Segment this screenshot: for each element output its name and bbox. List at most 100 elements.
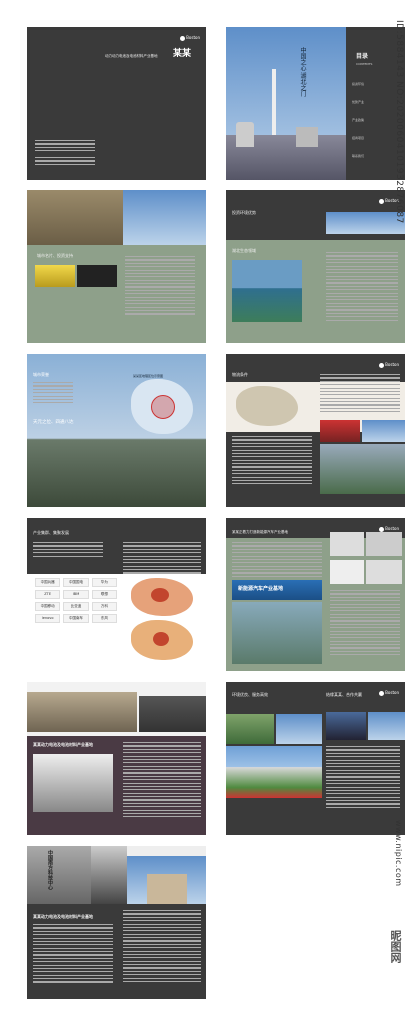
- construction-photo: [27, 190, 123, 245]
- flower-field-photo: [35, 265, 75, 287]
- body-text: [125, 256, 195, 317]
- watermark-brand: 昵图网: [389, 930, 402, 963]
- base-text-3: [123, 910, 201, 984]
- power-plant-photo: [226, 27, 346, 180]
- car-photo-1: [330, 532, 364, 556]
- industry-map-2: [131, 620, 193, 660]
- partner-logo: 中国移动: [35, 602, 61, 611]
- toc-title: 目录: [356, 53, 369, 60]
- cover-headline: 某某: [173, 49, 192, 59]
- partner-logo: 华为: [91, 578, 117, 587]
- port-photo: [362, 420, 405, 442]
- logo-icon: [180, 35, 186, 41]
- base-photo-2: [139, 696, 206, 732]
- ev-text: [232, 542, 322, 579]
- toc-item-1[interactable]: 投资环境: [352, 82, 364, 87]
- toc-item-3[interactable]: 产业政策: [352, 118, 364, 123]
- park-photo: [226, 714, 274, 744]
- lab-photo: [326, 712, 366, 740]
- cover-subtitle: 动力动力电池及电池材料产业基地: [105, 54, 158, 58]
- plaza-photo: [276, 714, 322, 744]
- logo-icon-2: [379, 198, 385, 204]
- train-photo: [320, 420, 360, 442]
- logistics-text-2: [232, 436, 312, 487]
- spread-cover: Boston 动力动力电池及电池材料产业基地 某某 中国之心 湖北之门 目录 C…: [0, 27, 405, 180]
- logo-icon-5: [379, 690, 385, 696]
- building-photo: [91, 846, 127, 904]
- cover-page: Boston 动力动力电池及电池材料产业基地 某某: [27, 27, 206, 180]
- logo-icon-3: [379, 362, 385, 368]
- base-text-2: [33, 924, 113, 985]
- province-map: [236, 386, 298, 426]
- location-heading: 天元之位、四通八达: [33, 420, 74, 425]
- toc-item-5[interactable]: 联系我们: [352, 154, 364, 159]
- spread4-left: 产业集群、集聚发展 中国兵器 中国国电 华为 ZTE IBM 联想 中国移动 比…: [27, 518, 206, 671]
- cooperation-text: [326, 746, 400, 810]
- brand-logo-4: Boston: [379, 526, 399, 532]
- spread2-right-heading: 投资环境优势: [232, 210, 256, 215]
- ev-heading: 某某正着力打造新能源汽车产业基地: [232, 530, 288, 534]
- vertical-slogan: 中国之心 湖北之门: [299, 47, 306, 97]
- spread5-left: 某某动力电池及电池材料产业基地: [27, 682, 206, 835]
- body-text-2: [326, 252, 398, 323]
- artifact-photo: [77, 265, 117, 287]
- map-title: 某某区地理区位示意图: [133, 374, 164, 378]
- ev-banner: 新能源汽车产业基地: [232, 580, 322, 600]
- logo-icon-4: [379, 526, 385, 532]
- lake-photo: [232, 260, 302, 322]
- toc-page: 中国之心 湖北之门 目录 CONTENTS 投资环境 优势产业 产业政策 招商项…: [226, 27, 405, 180]
- industrial-park-aerial: [232, 602, 322, 664]
- honors-list: [33, 382, 73, 406]
- sign-text: 中国南方科技中心: [47, 850, 53, 890]
- logistics-text: [320, 374, 400, 415]
- spread2-left-heading: 城市名片、投资支持: [37, 253, 73, 258]
- partner-logo: 中国国电: [63, 578, 89, 587]
- sign-photo: 中国南方科技中心: [27, 846, 91, 904]
- airport-photo: [320, 444, 405, 494]
- contact-lines-2: [35, 157, 95, 167]
- spread4-right: Boston 某某正着力打造新能源汽车产业基地 新能源汽车产业基地: [226, 518, 405, 671]
- watermark-site: www.nipic.com: [394, 820, 403, 887]
- spread3-right: Boston 物流条件: [226, 354, 405, 507]
- office-photo: [368, 712, 405, 740]
- partner-logo: 东风: [91, 614, 117, 623]
- partner-logo: 中国兵器: [35, 578, 61, 587]
- honors-heading: 城市荣誉: [33, 372, 49, 377]
- toc-item-2[interactable]: 优势产业: [352, 100, 364, 105]
- brand-logo: Boston: [180, 35, 200, 41]
- toc-item-4[interactable]: 招商项目: [352, 136, 364, 141]
- spread-2: 城市名片、投资支持 Boston 投资环境优势 湖北生态领域: [0, 190, 405, 343]
- spread2-right: Boston 投资环境优势 湖北生态领域: [226, 190, 405, 343]
- watermark-id: ID:5884143 NO:20200604101932876087: [394, 20, 404, 224]
- partner-logo: ZTE: [35, 590, 61, 599]
- toc-en: CONTENTS: [356, 62, 373, 66]
- buildings-photo: [123, 190, 206, 245]
- partner-logo: 比亚迪: [63, 602, 89, 611]
- headquarters-photo: [127, 856, 206, 904]
- partner-logo: lenovo: [35, 614, 61, 623]
- base-text: [123, 742, 201, 820]
- base-heading-2: 某某动力电池及电池材料产业基地: [33, 914, 93, 919]
- cluster-heading: 产业集群、集聚发展: [33, 530, 69, 535]
- spread5-right: Boston 环境优良、服务高效 结缘某某、合作共赢: [226, 682, 405, 835]
- partner-logo: IBM: [63, 590, 89, 599]
- car-photo-4: [366, 560, 402, 584]
- battery-base-building: [27, 692, 137, 732]
- spread-5: 某某动力电池及电池材料产业基地 Boston 环境优良、服务高效 结缘某某、合作…: [0, 682, 405, 835]
- car-photo-2: [366, 532, 402, 556]
- factory-photo: [33, 754, 113, 812]
- ev-banner-text: 新能源汽车产业基地: [238, 586, 284, 592]
- environment-heading: 环境优良、服务高效: [232, 692, 268, 697]
- brand-logo-3: Boston: [379, 362, 399, 368]
- spread6-left: 中国南方科技中心 某某动力电池及电池材料产业基地: [27, 846, 206, 999]
- spread2-right-heading2: 湖北生态领域: [232, 248, 256, 253]
- partner-logos: 中国兵器 中国国电 华为 ZTE IBM 联想 中国移动 比亚迪 万科 leno…: [35, 578, 117, 623]
- spread-3: 城市荣誉 天元之位、四通八达 某某区地理区位示意图 Boston 物流条件: [0, 354, 405, 507]
- base-heading: 某某动力电池及电池材料产业基地: [33, 742, 93, 747]
- brand-logo-5: Boston: [379, 690, 399, 696]
- logo-text: Boston: [186, 35, 200, 40]
- contact-lines: [35, 140, 95, 154]
- cooperation-heading: 结缘某某、合作共赢: [326, 692, 362, 697]
- partner-logo: 万科: [91, 602, 117, 611]
- partner-logo: 中国南车: [63, 614, 89, 623]
